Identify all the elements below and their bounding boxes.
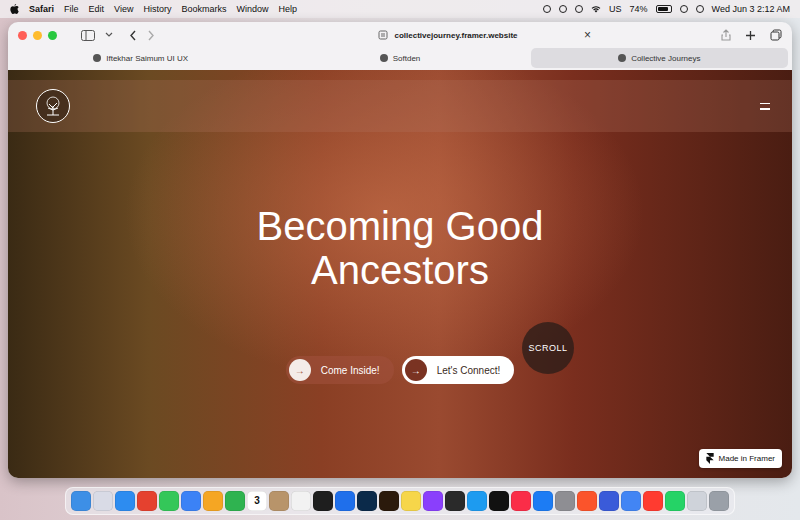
dock-app-icon[interactable] [577, 491, 597, 511]
dock-app-icon[interactable] [291, 491, 311, 511]
tab-bar: Iftekhar Saimum UI UXSoftdenCollective J… [8, 48, 792, 70]
favicon-icon [93, 54, 101, 62]
share-icon[interactable] [721, 29, 731, 41]
dock-app-icon[interactable] [159, 491, 179, 511]
input-source[interactable]: US [609, 4, 622, 14]
menu-icon[interactable] [760, 103, 770, 110]
favicon-icon [380, 54, 388, 62]
menu-app-name[interactable]: Safari [29, 4, 54, 14]
sidebar-icon[interactable] [81, 30, 95, 41]
dock-app-icon[interactable] [555, 491, 575, 511]
made-in-framer-badge[interactable]: Made in Framer [699, 449, 782, 468]
dock-app-icon[interactable] [181, 491, 201, 511]
dock-app-icon[interactable] [379, 491, 399, 511]
cta-button[interactable]: →Let's Connect! [402, 356, 515, 384]
tab[interactable]: Iftekhar Saimum UI UX [12, 48, 269, 68]
dock-app-icon[interactable] [709, 491, 729, 511]
stop-button[interactable]: × [584, 28, 591, 42]
menu-item[interactable]: View [114, 4, 133, 14]
scroll-indicator[interactable]: SCROLL [522, 322, 574, 374]
status-icon[interactable] [543, 5, 551, 13]
dock-app-icon[interactable] [71, 491, 91, 511]
minimize-button[interactable] [33, 31, 42, 40]
status-icon[interactable] [575, 5, 583, 13]
dock-app-icon[interactable] [269, 491, 289, 511]
tab[interactable]: Softden [271, 48, 528, 68]
new-tab-icon[interactable] [745, 30, 756, 41]
dock-app-icon[interactable] [357, 491, 377, 511]
menu-item[interactable]: File [64, 4, 79, 14]
favicon-icon [618, 54, 626, 62]
dock-app-icon[interactable] [137, 491, 157, 511]
dock-app-icon[interactable] [203, 491, 223, 511]
dock-app-icon[interactable] [489, 491, 509, 511]
address-bar[interactable]: collectivejourney.framer.website × [225, 30, 671, 40]
dock-app-icon[interactable] [511, 491, 531, 511]
forward-icon[interactable] [147, 30, 155, 41]
arrow-icon: → [289, 359, 311, 381]
web-page: Becoming Good Ancestors →Come Inside! →Let… [8, 70, 792, 478]
cta-button[interactable]: →Come Inside! [286, 356, 394, 384]
clock[interactable]: Wed Jun 3 2:12 AM [712, 4, 790, 14]
back-icon[interactable] [129, 30, 137, 41]
search-icon[interactable] [680, 5, 688, 13]
logo-icon[interactable] [36, 89, 70, 123]
dock-app-icon[interactable] [115, 491, 135, 511]
status-icon[interactable] [559, 5, 567, 13]
battery-icon[interactable] [656, 5, 672, 13]
menu-item[interactable]: Window [236, 4, 268, 14]
dock-app-icon[interactable]: 3 [247, 491, 267, 511]
menu-item[interactable]: Bookmarks [181, 4, 226, 14]
safari-window: collectivejourney.framer.website × Iftekha… [8, 22, 792, 478]
chevron-down-icon[interactable] [105, 32, 113, 38]
framer-icon [706, 453, 714, 464]
arrow-icon: → [405, 359, 427, 381]
dock-app-icon[interactable] [313, 491, 333, 511]
zoom-button[interactable] [48, 31, 57, 40]
dock-app-icon[interactable] [621, 491, 641, 511]
dock: 3 [65, 487, 735, 515]
tab[interactable]: Collective Journeys [531, 48, 788, 68]
menu-item[interactable]: History [143, 4, 171, 14]
dock-app-icon[interactable] [467, 491, 487, 511]
toolbar: collectivejourney.framer.website × [8, 22, 792, 48]
desktop: Safari File Edit View History Bookmarks Window… [0, 0, 800, 520]
close-window-button[interactable] [18, 31, 27, 40]
dock-app-icon[interactable] [335, 491, 355, 511]
menu-item[interactable]: Help [278, 4, 297, 14]
dock-app-icon[interactable] [665, 491, 685, 511]
site-nav [8, 80, 792, 132]
menu-bar: Safari File Edit View History Bookmarks Window… [0, 0, 800, 18]
dock-app-icon[interactable] [445, 491, 465, 511]
address-text[interactable]: collectivejourney.framer.website [394, 31, 517, 40]
tab-overview-icon[interactable] [770, 29, 782, 41]
dock-app-icon[interactable] [599, 491, 619, 511]
dock-app-icon[interactable] [93, 491, 113, 511]
hero-title: Becoming Good Ancestors [230, 204, 570, 292]
dock-app-icon[interactable] [225, 491, 245, 511]
apple-icon[interactable] [10, 4, 19, 14]
menu-item[interactable]: Edit [89, 4, 105, 14]
control-center-icon[interactable] [696, 5, 704, 13]
dock-app-icon[interactable] [687, 491, 707, 511]
page-icon[interactable] [378, 30, 388, 40]
battery-percent[interactable]: 74% [630, 4, 648, 14]
dock-app-icon[interactable] [423, 491, 443, 511]
dock-app-icon[interactable] [643, 491, 663, 511]
dock-app-icon[interactable] [401, 491, 421, 511]
wifi-icon[interactable] [591, 5, 601, 13]
dock-app-icon[interactable] [533, 491, 553, 511]
